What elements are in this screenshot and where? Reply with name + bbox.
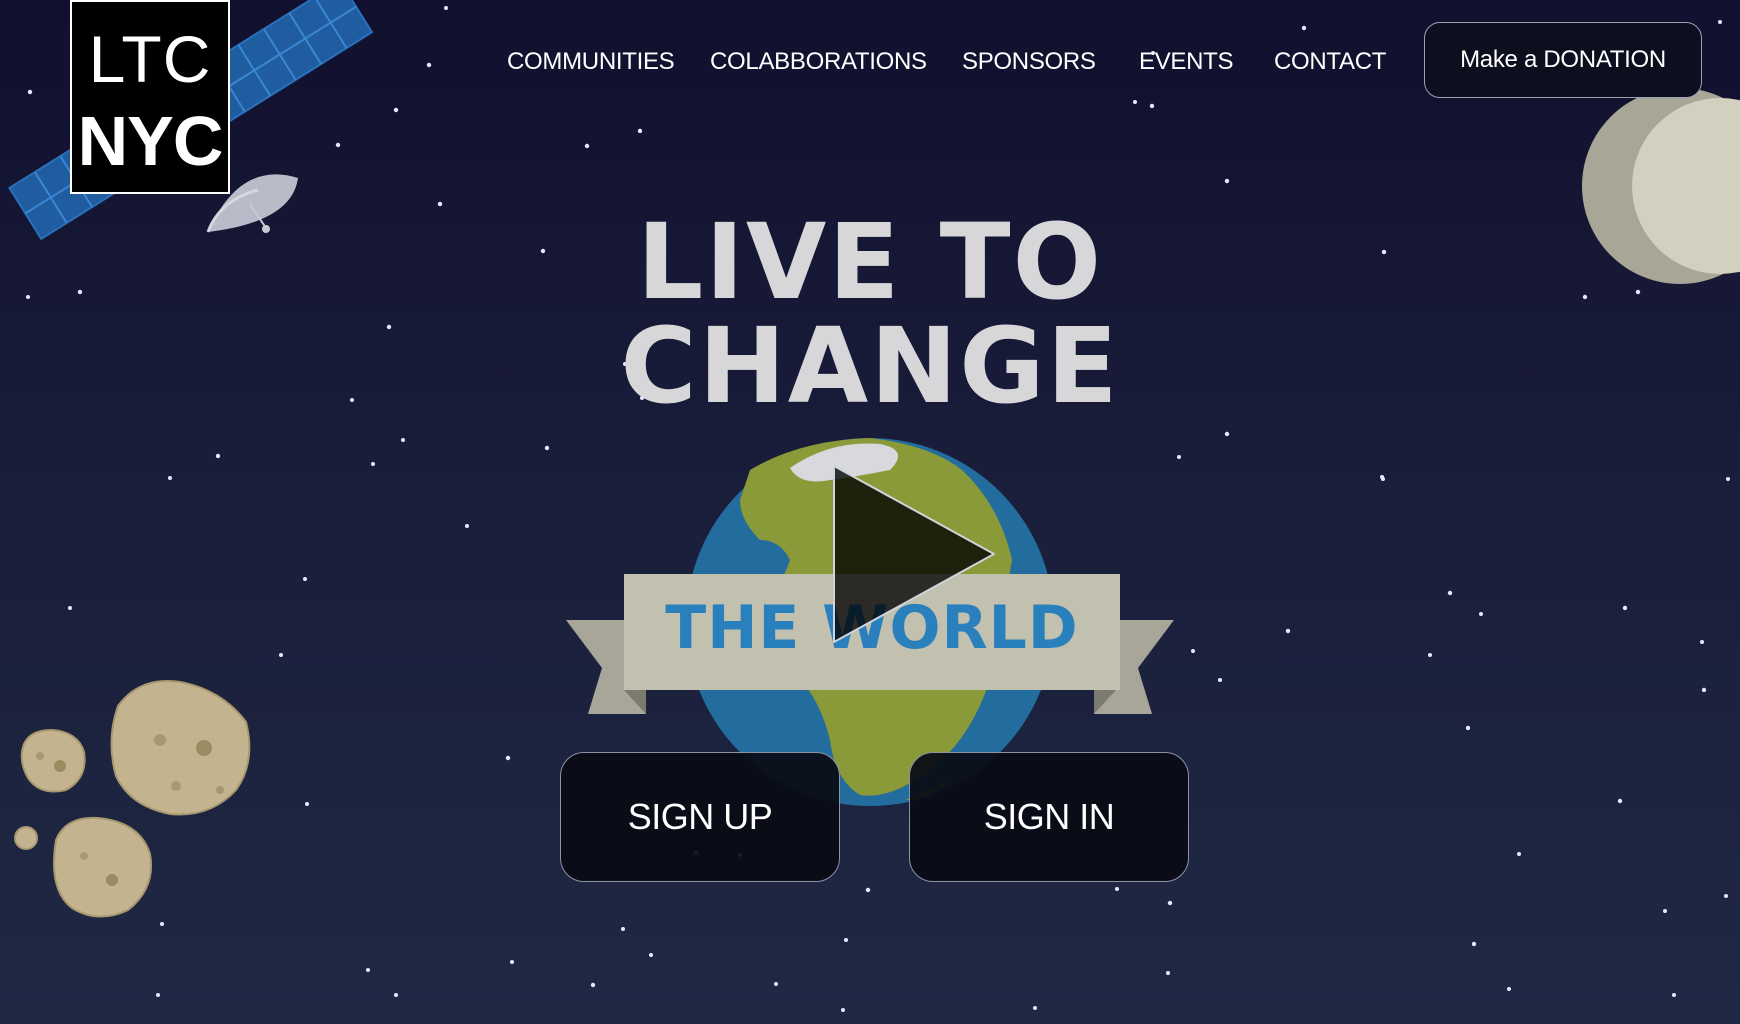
logo-line-2: NYC bbox=[77, 102, 224, 180]
logo-line-1: LTC bbox=[88, 22, 212, 96]
nav-item-colabborations[interactable]: COLABBORATIONS bbox=[710, 48, 927, 76]
sign-in-button[interactable]: SIGN IN bbox=[909, 752, 1189, 882]
nav-item-communities[interactable]: COMMUNITIES bbox=[507, 48, 675, 76]
hero-headline: LIVE TO CHANGE bbox=[0, 210, 1740, 418]
sign-up-button[interactable]: SIGN UP bbox=[560, 752, 840, 882]
headline-line-1: LIVE TO bbox=[636, 201, 1104, 323]
headline-line-2: CHANGE bbox=[620, 305, 1120, 427]
asteroid-icon bbox=[14, 680, 251, 918]
nav-item-contact[interactable]: CONTACT bbox=[1274, 48, 1386, 76]
nav-item-sponsors[interactable]: SPONSORS bbox=[962, 48, 1096, 76]
nav-item-events[interactable]: EVENTS bbox=[1139, 48, 1234, 76]
play-icon[interactable] bbox=[830, 462, 1000, 652]
logo[interactable]: LTC NYC bbox=[70, 0, 230, 194]
donate-button[interactable]: Make a DONATION bbox=[1424, 22, 1702, 98]
